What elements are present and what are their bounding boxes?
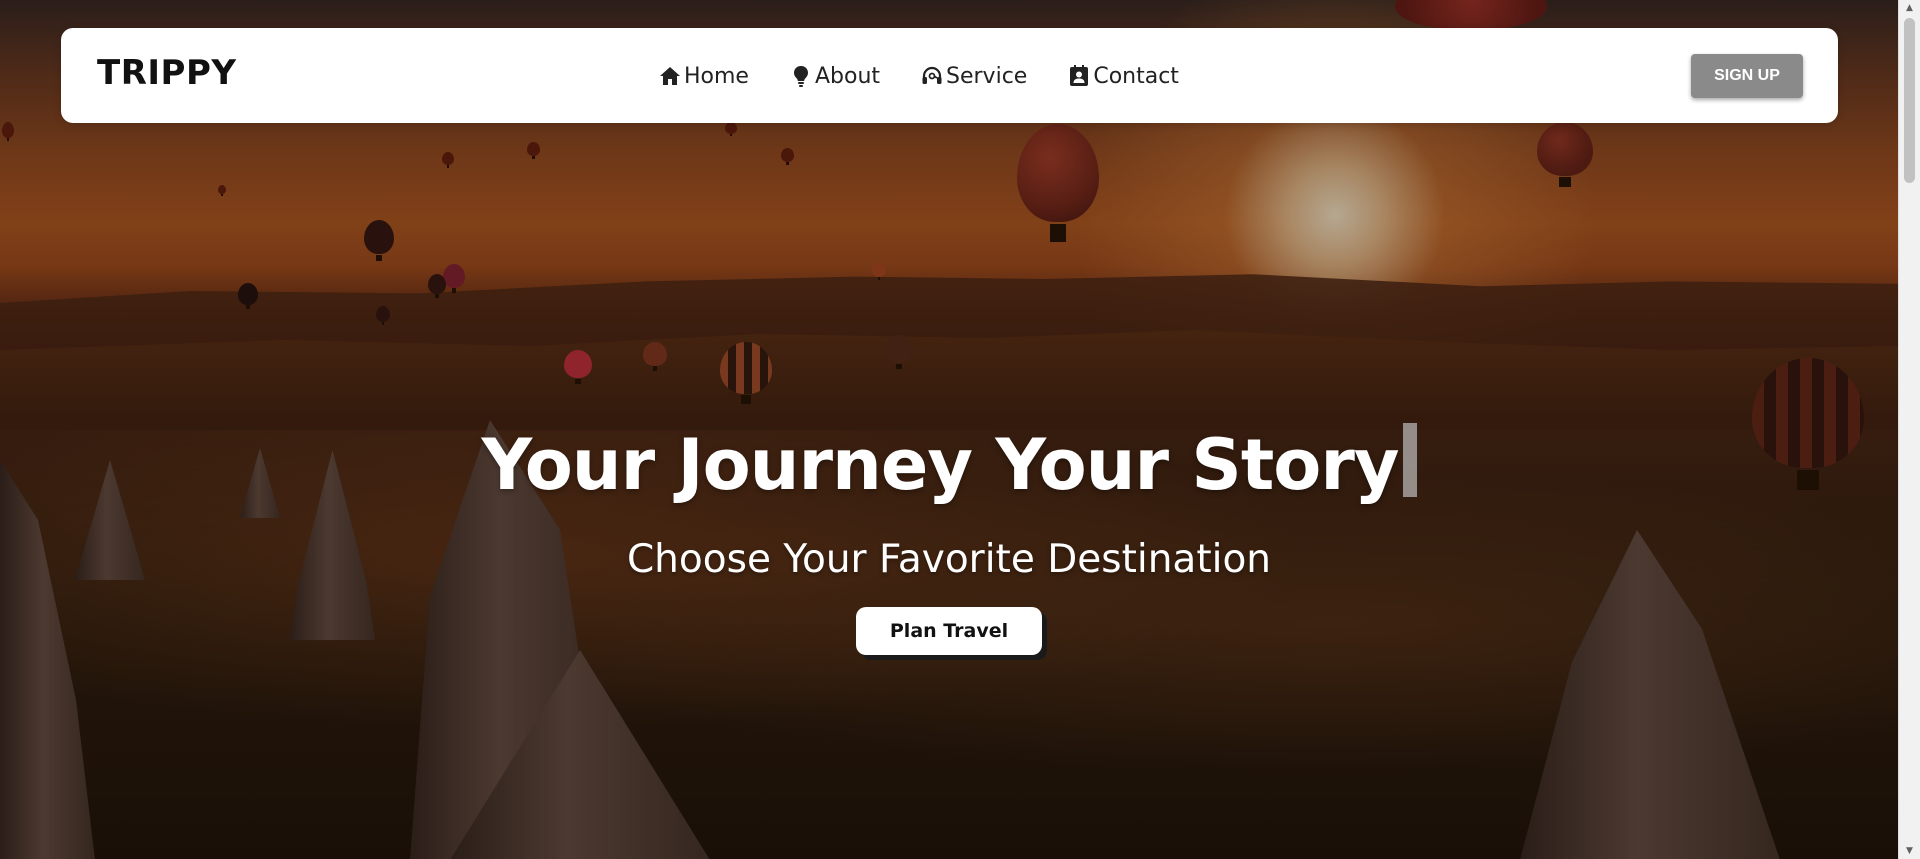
nav-link-label: Contact [1093,63,1179,89]
nav-link-service[interactable]: Service [920,64,1027,89]
nav-link-contact[interactable]: Contact [1067,64,1179,89]
nav-link-about[interactable]: About [789,64,880,89]
hero-headline-text: Your Journey Your Story [481,424,1399,506]
plan-travel-button[interactable]: Plan Travel [856,607,1042,655]
nav-link-label: Service [946,63,1028,89]
hero-headline: Your Journey Your Story [0,420,1898,510]
nav-link-label: Home [684,63,749,89]
navbar: TRIPPY Home About Service Contact SIGN U… [61,28,1838,123]
nav-link-label: About [814,63,881,89]
brand-logo[interactable]: TRIPPY [97,56,236,90]
hero-subheadline: Choose Your Favorite Destination [626,537,1272,582]
contact-card-icon [1067,64,1091,88]
nav-link-home[interactable]: Home [658,64,749,89]
vertical-scrollbar[interactable]: ▲ ▼ [1898,0,1920,859]
scroll-thumb[interactable] [1904,18,1915,183]
nav-links: Home About Service Contact [658,60,1179,92]
home-icon [658,64,682,88]
headset-icon [920,64,944,88]
typing-caret [1402,423,1417,497]
lightbulb-icon [789,64,813,88]
scroll-up-arrow-icon[interactable]: ▲ [1899,0,1920,16]
sign-up-button[interactable]: SIGN UP [1691,54,1803,98]
scroll-down-arrow-icon[interactable]: ▼ [1899,843,1920,859]
